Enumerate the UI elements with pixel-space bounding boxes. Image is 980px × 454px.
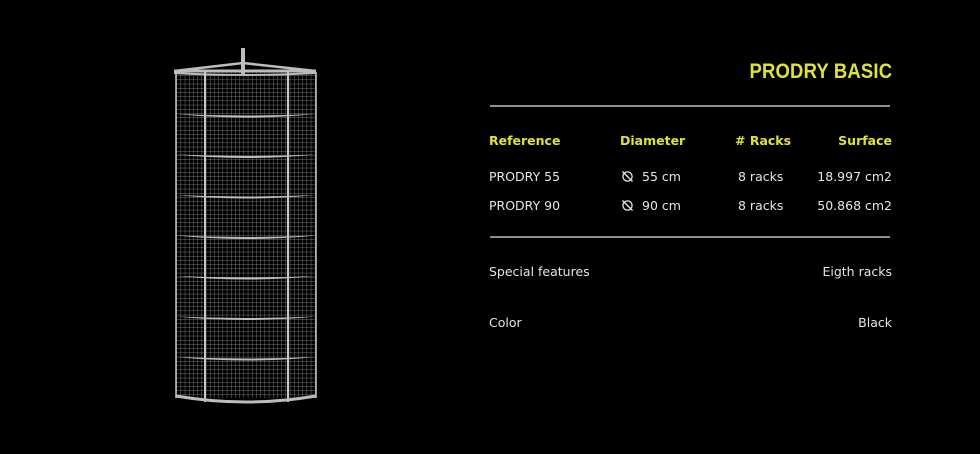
color-value: Black — [858, 315, 892, 330]
cell-surface: 18.997 cm2 — [817, 169, 892, 184]
color-label: Color — [489, 315, 522, 330]
spec-panel: PRODRY BASIC Reference Diameter # Racks … — [488, 0, 892, 454]
product-image — [168, 46, 324, 408]
cell-reference: PRODRY 90 — [489, 198, 561, 213]
cell-diameter: 90 cm — [620, 198, 681, 213]
diameter-value: 90 cm — [642, 198, 681, 213]
diameter-icon — [621, 199, 634, 212]
header-surface: Surface — [838, 133, 892, 148]
header-reference: Reference — [489, 133, 561, 148]
cell-racks: 8 racks — [738, 169, 784, 184]
divider-top — [490, 105, 890, 107]
header-diameter: Diameter — [620, 133, 686, 148]
cell-reference: PRODRY 55 — [489, 169, 561, 184]
cell-surface: 50.868 cm2 — [817, 198, 892, 213]
product-title: PRODRY BASIC — [749, 60, 892, 83]
cell-diameter: 55 cm — [620, 169, 681, 184]
divider-bottom — [490, 236, 890, 238]
diameter-icon — [621, 170, 634, 183]
header-racks: # Racks — [735, 133, 792, 148]
diameter-value: 55 cm — [642, 169, 681, 184]
special-features-value: Eigth racks — [822, 264, 892, 279]
special-features-label: Special features — [489, 264, 590, 279]
cell-racks: 8 racks — [738, 198, 784, 213]
